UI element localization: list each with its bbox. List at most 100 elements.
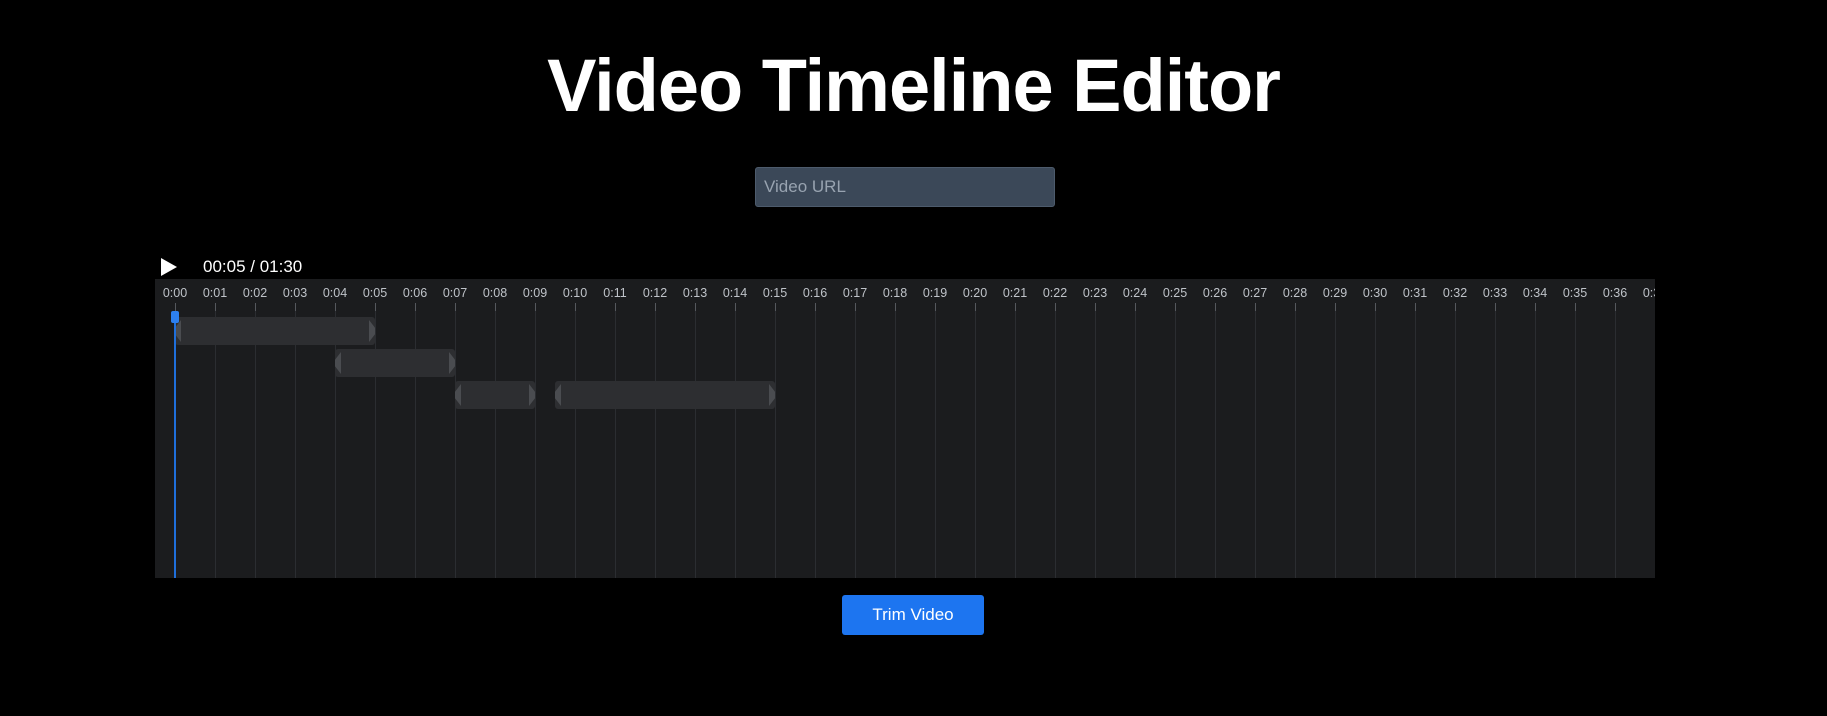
clip-trim-handle-right[interactable] <box>529 384 535 406</box>
tick-label: 0:15 <box>762 286 788 300</box>
tick-label: 0:16 <box>802 286 828 300</box>
grid-line <box>655 311 656 578</box>
grid-line <box>1095 311 1096 578</box>
tick-label: 0:35 <box>1562 286 1588 300</box>
tick-mark <box>1615 303 1616 311</box>
grid-line <box>1135 311 1136 578</box>
tick-label: 0:08 <box>482 286 508 300</box>
grid-line <box>695 311 696 578</box>
tick-label: 0:03 <box>282 286 308 300</box>
tick-label: 0:26 <box>1202 286 1228 300</box>
tick-label: 0:01 <box>202 286 228 300</box>
tick-mark <box>1455 303 1456 311</box>
grid-line <box>895 311 896 578</box>
tick-mark <box>495 303 496 311</box>
tick-mark <box>1215 303 1216 311</box>
tick-mark <box>855 303 856 311</box>
grid-line <box>1175 311 1176 578</box>
grid-line <box>495 311 496 578</box>
tick-label: 0:18 <box>882 286 908 300</box>
clip-trim-handle-left[interactable] <box>455 384 461 406</box>
tick-mark <box>335 303 336 311</box>
tick-label: 0:13 <box>682 286 708 300</box>
tick-label: 0:04 <box>322 286 348 300</box>
video-url-input[interactable] <box>755 167 1055 207</box>
grid-line <box>295 311 296 578</box>
tick-mark <box>415 303 416 311</box>
grid-line <box>935 311 936 578</box>
grid-line <box>1335 311 1336 578</box>
timeline-clip[interactable] <box>555 381 775 409</box>
timeline-ruler[interactable]: 0:00 0:01 0:02 0:03 0:04 0:05 0:06 0:07 0:08 0:09… <box>155 279 1655 311</box>
tick-label: 0:09 <box>522 286 548 300</box>
tick-label: 0:32 <box>1442 286 1468 300</box>
tick-label: 0:27 <box>1242 286 1268 300</box>
grid-line <box>1015 311 1016 578</box>
tick-mark <box>255 303 256 311</box>
tick-label: 0:20 <box>962 286 988 300</box>
grid-line <box>1535 311 1536 578</box>
grid-line <box>1615 311 1616 578</box>
tick-mark <box>215 303 216 311</box>
tick-label: 0:21 <box>1002 286 1028 300</box>
tick-mark <box>575 303 576 311</box>
clip-trim-handle-right[interactable] <box>449 352 455 374</box>
tick-mark <box>1015 303 1016 311</box>
trim-video-button[interactable]: Trim Video <box>842 595 984 635</box>
tick-label: 0:25 <box>1162 286 1188 300</box>
play-icon <box>161 258 177 276</box>
grid-line <box>1375 311 1376 578</box>
tick-label: 0:07 <box>442 286 468 300</box>
tick-mark <box>775 303 776 311</box>
page-title: Video Timeline Editor <box>547 44 1281 127</box>
clip-trim-handle-left[interactable] <box>555 384 561 406</box>
clip-trim-handle-right[interactable] <box>769 384 775 406</box>
grid-line <box>775 311 776 578</box>
tick-mark <box>1335 303 1336 311</box>
tick-label: 0:34 <box>1522 286 1548 300</box>
timeline[interactable]: 0:00 0:01 0:02 0:03 0:04 0:05 0:06 0:07 0:08 0:09… <box>155 279 1655 578</box>
grid-line <box>575 311 576 578</box>
timeline-clip[interactable] <box>175 317 375 345</box>
timeline-clip[interactable] <box>335 349 455 377</box>
tick-label: 0:02 <box>242 286 268 300</box>
tick-label: 0:22 <box>1042 286 1068 300</box>
tick-mark <box>735 303 736 311</box>
tick-mark <box>1255 303 1256 311</box>
grid-line <box>1215 311 1216 578</box>
playhead-handle[interactable] <box>171 311 179 323</box>
tick-mark <box>535 303 536 311</box>
grid-line <box>1055 311 1056 578</box>
video-timeline-editor-page: Video Timeline Editor 00:05 / 01:30 0:00… <box>0 0 1827 716</box>
tick-label: 0:29 <box>1322 286 1348 300</box>
clip-trim-handle-left[interactable] <box>335 352 341 374</box>
grid-line <box>1415 311 1416 578</box>
timeline-clip[interactable] <box>455 381 535 409</box>
tick-label: 0:12 <box>642 286 668 300</box>
tick-mark <box>975 303 976 311</box>
grid-line <box>1255 311 1256 578</box>
playback-controls: 00:05 / 01:30 <box>155 256 302 278</box>
playhead-line[interactable] <box>174 315 176 578</box>
tick-label: 0:33 <box>1482 286 1508 300</box>
tick-label: 0:36 <box>1602 286 1628 300</box>
tick-mark <box>375 303 376 311</box>
tick-label: 0:24 <box>1122 286 1148 300</box>
grid-line <box>735 311 736 578</box>
tick-label: 0:10 <box>562 286 588 300</box>
tick-mark <box>1295 303 1296 311</box>
grid-line <box>535 311 536 578</box>
tick-label: 0:17 <box>842 286 868 300</box>
clip-trim-handle-right[interactable] <box>369 320 375 342</box>
grid-line <box>615 311 616 578</box>
tick-mark <box>1135 303 1136 311</box>
tick-mark <box>815 303 816 311</box>
tick-mark <box>455 303 456 311</box>
tick-label: 0:30 <box>1362 286 1388 300</box>
tick-mark <box>1575 303 1576 311</box>
tick-label: 0:23 <box>1082 286 1108 300</box>
play-button[interactable] <box>155 256 179 278</box>
grid-line <box>975 311 976 578</box>
tick-label: 0:11 <box>603 286 627 300</box>
tick-mark <box>655 303 656 311</box>
